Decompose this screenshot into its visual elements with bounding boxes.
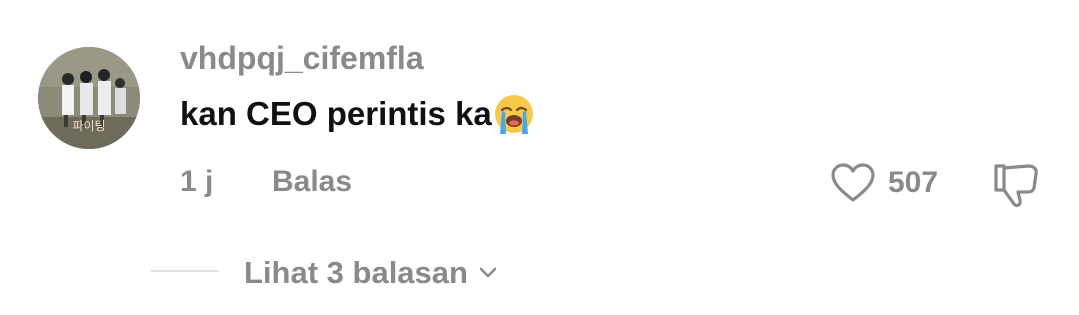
username[interactable]: vhdpqj_cifemfla (180, 38, 424, 78)
comment-timestamp: 1 j (180, 165, 214, 198)
avatar-caption: 파이팅 (72, 119, 106, 133)
thumbs-down-icon[interactable] (990, 160, 1042, 210)
like-count: 507 (888, 166, 939, 199)
comment-text: kan CEO perintis ka (180, 95, 492, 132)
like-button[interactable]: 507 (830, 160, 938, 206)
replies-divider (151, 270, 219, 272)
heart-icon (831, 163, 875, 202)
view-replies-label: Lihat 3 balasan (244, 255, 468, 290)
comment-text-row: kan CEO perintis ka (180, 92, 536, 136)
view-replies-button[interactable]: Lihat 3 balasan (244, 253, 498, 293)
avatar[interactable]: 파이팅 (38, 47, 140, 149)
chevron-down-icon (479, 267, 497, 278)
loudly-crying-face-icon (494, 95, 533, 134)
reply-button[interactable]: Balas (272, 162, 352, 202)
